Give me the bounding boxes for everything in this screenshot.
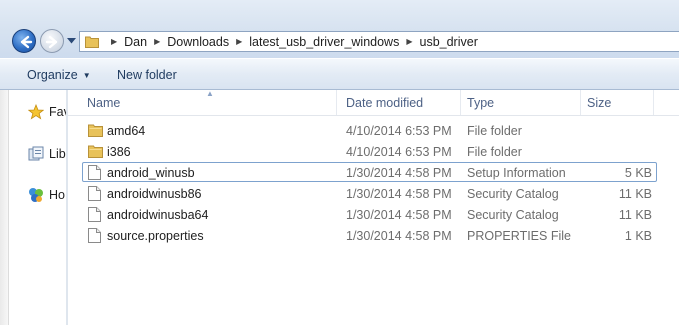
file-size: 5 KB <box>624 166 652 180</box>
arrow-left-icon <box>20 35 33 49</box>
homegroup-icon <box>29 188 43 202</box>
nav-item-homegroup[interactable]: Ho <box>28 187 65 203</box>
file-row-androidwinusb86[interactable]: androidwinusb86 1/30/2014 4:58 PM Securi… <box>82 183 657 203</box>
file-name: i386 <box>107 145 131 159</box>
file-name: androidwinusba64 <box>107 208 209 222</box>
file-size: 11 KB <box>618 208 652 222</box>
file-icon <box>88 186 101 201</box>
column-divider[interactable] <box>580 90 581 115</box>
file-name: androidwinusb86 <box>107 187 202 201</box>
chevron-down-icon: ▼ <box>82 71 91 80</box>
recent-pages-dropdown-icon[interactable] <box>67 38 76 44</box>
file-date: 4/10/2014 6:53 PM <box>346 124 452 138</box>
file-type: File folder <box>467 124 522 138</box>
file-row-source-properties[interactable]: source.properties 1/30/2014 4:58 PM PROP… <box>82 225 657 245</box>
forward-button[interactable] <box>40 29 64 53</box>
column-header-size[interactable]: Size <box>587 96 611 110</box>
address-bar[interactable]: ▶ Dan ▶ Downloads ▶ latest_usb_driver_wi… <box>79 31 679 52</box>
nav-item-label: Ho <box>49 188 65 202</box>
file-row-android-winusb[interactable]: android_winusb 1/30/2014 4:58 PM Setup I… <box>82 162 657 182</box>
sort-ascending-icon: ▲ <box>206 89 214 98</box>
file-icon <box>88 228 101 243</box>
nav-item-label: Lib <box>49 147 66 161</box>
file-icon <box>88 207 101 222</box>
file-type: PROPERTIES File <box>467 229 571 243</box>
navigation-pane: Fav Lib Ho <box>0 90 70 325</box>
folder-icon <box>88 145 103 158</box>
column-divider[interactable] <box>336 90 337 115</box>
column-header-name[interactable]: Name <box>87 96 120 110</box>
nav-item-favorites[interactable]: Fav <box>28 104 70 120</box>
folder-icon <box>88 124 103 137</box>
file-type: File folder <box>467 145 522 159</box>
column-divider[interactable] <box>460 90 461 115</box>
file-size: 1 KB <box>624 229 652 243</box>
file-date: 1/30/2014 4:58 PM <box>346 229 452 243</box>
breadcrumb-separator[interactable]: ▶ <box>406 37 412 46</box>
file-icon <box>88 165 101 180</box>
file-date: 1/30/2014 4:58 PM <box>346 187 452 201</box>
breadcrumb-usb-driver[interactable]: usb_driver <box>420 35 478 49</box>
organize-label: Organize <box>27 68 78 82</box>
star-icon <box>28 104 44 120</box>
folder-icon <box>85 36 99 48</box>
nav-item-libraries[interactable]: Lib <box>28 146 66 162</box>
column-header-row: ▲ Name Date modified Type Size <box>68 89 679 116</box>
organize-button[interactable]: Organize ▼ <box>27 68 91 82</box>
column-divider[interactable] <box>653 90 654 115</box>
libraries-icon <box>28 146 44 161</box>
file-row-amd64[interactable]: amd64 4/10/2014 6:53 PM File folder <box>82 120 657 140</box>
command-bar: Organize ▼ New folder <box>0 58 679 90</box>
column-header-date-modified[interactable]: Date modified <box>346 96 423 110</box>
file-type: Setup Information <box>467 166 566 180</box>
back-button[interactable] <box>12 29 36 53</box>
breadcrumb-latest-usb-driver-windows[interactable]: latest_usb_driver_windows <box>249 35 399 49</box>
file-name: android_winusb <box>107 166 195 180</box>
breadcrumb-separator[interactable]: ▶ <box>111 37 117 46</box>
file-size: 11 KB <box>618 187 652 201</box>
file-type: Security Catalog <box>467 187 559 201</box>
nav-pane-scrollbar[interactable] <box>0 90 9 325</box>
column-header-type[interactable]: Type <box>467 96 494 110</box>
file-type: Security Catalog <box>467 208 559 222</box>
new-folder-button[interactable]: New folder <box>117 68 177 82</box>
arrow-right-icon <box>45 35 58 49</box>
file-list: ▲ Name Date modified Type Size amd64 4/1… <box>68 89 679 325</box>
breadcrumb-downloads[interactable]: Downloads <box>167 35 229 49</box>
file-name: amd64 <box>107 124 146 138</box>
file-row-i386[interactable]: i386 4/10/2014 6:53 PM File folder <box>82 141 657 161</box>
file-date: 4/10/2014 6:53 PM <box>346 145 452 159</box>
file-date: 1/30/2014 4:58 PM <box>346 208 452 222</box>
title-bar: ▶ Dan ▶ Downloads ▶ latest_usb_driver_wi… <box>0 0 679 58</box>
breadcrumb-dan[interactable]: Dan <box>124 35 147 49</box>
file-date: 1/30/2014 4:58 PM <box>346 166 452 180</box>
file-name: source.properties <box>107 229 204 243</box>
breadcrumb-separator[interactable]: ▶ <box>236 37 242 46</box>
file-row-androidwinusba64[interactable]: androidwinusba64 1/30/2014 4:58 PM Secur… <box>82 204 657 224</box>
breadcrumb-separator[interactable]: ▶ <box>154 37 160 46</box>
